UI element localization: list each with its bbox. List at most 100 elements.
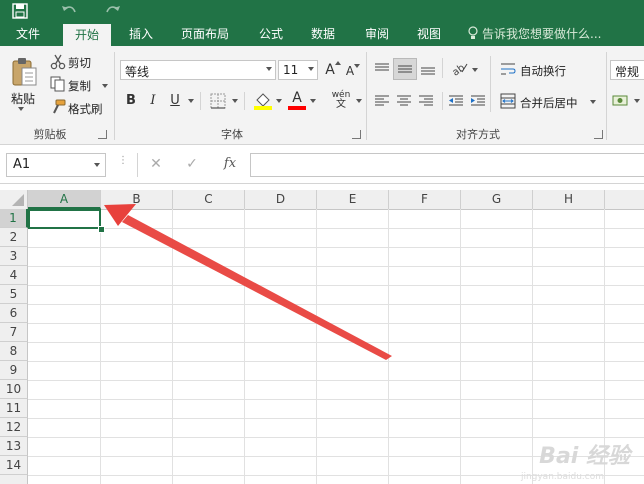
clipboard-launcher-icon[interactable] [98,130,107,139]
tab-view[interactable]: 视图 [406,22,452,46]
font-name-select[interactable]: 等线 [120,60,276,80]
font-color-dropdown-icon[interactable] [310,99,316,103]
select-all-button[interactable] [0,190,28,209]
bold-button[interactable]: B [124,91,138,111]
fill-color-dropdown-icon[interactable] [276,99,282,103]
row-header-overflow [0,475,28,484]
cancel-icon[interactable]: ✕ [148,156,164,174]
lightbulb-icon [468,22,482,46]
copy-button[interactable]: 复制 [68,78,91,94]
tell-me-box[interactable]: 告诉我您想要做什么... [468,22,644,46]
column-header-g[interactable]: G [461,190,533,209]
column-header-f[interactable]: F [389,190,461,209]
row-header-12[interactable]: 12 [0,418,28,437]
svg-text:ab: ab [451,62,468,76]
paste-icon[interactable] [10,56,38,88]
italic-button[interactable]: I [146,91,160,111]
borders-dropdown-icon[interactable] [232,99,238,103]
row-header-11[interactable]: 11 [0,399,28,418]
row-header-8[interactable]: 8 [0,342,28,361]
fill-handle[interactable] [98,226,105,233]
row-header-2[interactable]: 2 [0,228,28,247]
phonetic-dropdown-icon[interactable] [356,99,362,103]
tab-page-layout[interactable]: 页面布局 [172,22,238,46]
watermark-logo: Bai 经验 [539,444,630,469]
row-header-1[interactable]: 1 [0,209,28,228]
formula-bar-grip-icon[interactable]: ⋮ [118,156,128,172]
column-header-d[interactable]: D [245,190,317,209]
decrease-indent-icon[interactable] [448,94,464,108]
merge-dropdown-icon[interactable] [590,100,596,104]
enter-icon[interactable]: ✓ [184,156,200,174]
row-header-13[interactable]: 13 [0,437,28,456]
orientation-icon[interactable]: ab [450,60,468,79]
title-bar [0,0,644,22]
row-header-4[interactable]: 4 [0,266,28,285]
gridline [244,209,245,484]
underline-dropdown-icon[interactable] [188,99,194,103]
tab-formulas[interactable]: 公式 [248,22,294,46]
alignment-launcher-icon[interactable] [594,130,603,139]
insert-function-icon[interactable]: fx [220,156,240,174]
fill-color-icon[interactable] [254,91,272,111]
font-divider [244,92,245,110]
wrap-text-button[interactable]: 自动换行 [520,63,566,79]
font-launcher-icon[interactable] [352,130,361,139]
column-header-e[interactable]: E [317,190,389,209]
currency-icon[interactable] [612,93,630,109]
align-right-icon[interactable] [418,94,434,108]
align-bottom-icon[interactable] [420,62,436,76]
formula-input[interactable] [250,153,644,177]
align-middle-icon[interactable] [393,58,417,80]
tab-home[interactable]: 开始 [63,24,111,46]
redo-icon[interactable] [104,0,126,22]
orientation-dropdown-icon[interactable] [472,68,478,72]
merge-center-icon [500,93,516,109]
grow-caret-icon [335,61,341,65]
column-header-b[interactable]: B [101,190,173,209]
increase-indent-icon[interactable] [470,94,486,108]
tab-file[interactable]: 文件 [8,22,48,46]
font-size-select[interactable]: 11 [278,60,318,80]
group-divider [366,52,367,140]
cut-button[interactable]: 剪切 [68,55,91,71]
selected-cell-a1[interactable] [28,209,101,229]
gridline [28,304,644,305]
row-header-10[interactable]: 10 [0,380,28,399]
column-header-c[interactable]: C [173,190,245,209]
paste-dropdown-icon[interactable] [18,107,24,111]
number-format-select[interactable]: 常规 [610,60,644,80]
align-left-icon[interactable] [374,94,390,108]
row-header-14[interactable]: 14 [0,456,28,475]
column-header-h[interactable]: H [533,190,605,209]
font-color-button[interactable]: A [288,90,306,110]
gridline [316,209,317,484]
underline-button[interactable]: U [168,91,182,111]
tab-review[interactable]: 审阅 [354,22,400,46]
column-header-i[interactable] [605,190,644,209]
phonetic-button[interactable]: wén 文 [330,90,352,112]
font-divider [200,92,201,110]
borders-icon[interactable] [210,93,226,109]
tab-insert[interactable]: 插入 [118,22,164,46]
row-header-7[interactable]: 7 [0,323,28,342]
row-header-9[interactable]: 9 [0,361,28,380]
column-header-a[interactable]: A [28,190,101,209]
tab-data[interactable]: 数据 [300,22,346,46]
row-header-5[interactable]: 5 [0,285,28,304]
row-header-6[interactable]: 6 [0,304,28,323]
gridline [388,209,389,484]
align-center-icon[interactable] [396,94,412,108]
copy-icon [50,76,66,92]
name-box[interactable]: A1 [6,153,106,177]
undo-icon[interactable] [60,0,82,22]
currency-dropdown-icon[interactable] [634,99,640,103]
align-top-icon[interactable] [374,62,390,76]
merge-center-button[interactable]: 合并后居中 [520,95,578,111]
gridline [28,323,644,324]
save-icon[interactable] [12,0,32,22]
format-painter-button[interactable]: 格式刷 [68,101,103,117]
paste-button[interactable]: 粘贴 [11,90,35,107]
row-header-3[interactable]: 3 [0,247,28,266]
copy-dropdown-icon[interactable] [102,84,108,88]
